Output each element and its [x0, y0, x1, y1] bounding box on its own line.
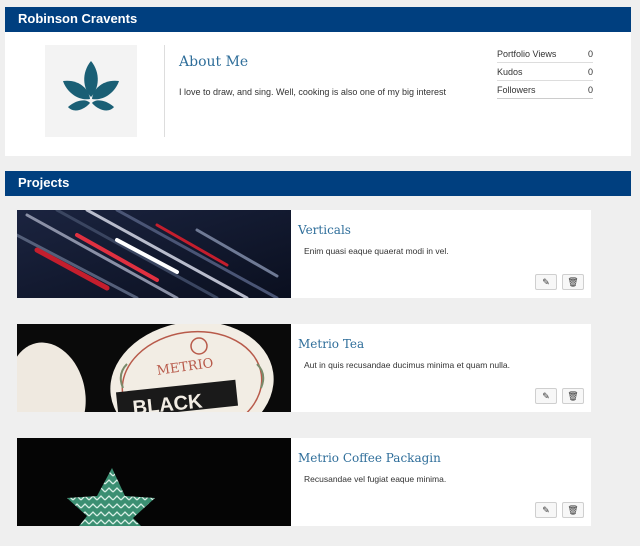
project-thumbnail[interactable]: METRIO BLACK [17, 324, 291, 412]
stats-table: Portfolio Views 0 Kudos 0 Followers 0 [497, 45, 593, 99]
pencil-icon: ✎ [542, 390, 550, 401]
stat-row-followers: Followers 0 [497, 81, 593, 99]
trash-icon: 🗑 [567, 276, 579, 287]
pencil-icon: ✎ [542, 504, 550, 515]
project-description: Recusandae vel fugiat eaque minima. [304, 474, 447, 484]
project-title[interactable]: Metrio Coffee Packagin [298, 451, 441, 465]
leaf-logo-icon [63, 61, 119, 111]
project-title[interactable]: Verticals [298, 223, 351, 237]
edit-button[interactable]: ✎ [535, 274, 557, 290]
stat-value: 0 [587, 85, 593, 95]
project-title[interactable]: Metrio Tea [298, 337, 364, 351]
stat-label: Portfolio Views [497, 49, 557, 59]
profile-header-bar: Robinson Cravents [5, 7, 631, 32]
project-card-metrio-coffee: Metrio Coffee Packagin Recusandae vel fu… [17, 438, 591, 526]
stat-value: 0 [587, 67, 593, 77]
delete-button[interactable]: 🗑 [562, 388, 584, 404]
delete-button[interactable]: 🗑 [562, 274, 584, 290]
profile-panel: About Me I love to draw, and sing. Well,… [5, 32, 631, 156]
stat-label: Kudos [497, 67, 523, 77]
delete-button[interactable]: 🗑 [562, 502, 584, 518]
project-description: Enim quasi eaque quaerat modi in vel. [304, 246, 449, 256]
stat-row-kudos: Kudos 0 [497, 63, 593, 81]
edit-button[interactable]: ✎ [535, 388, 557, 404]
project-description: Aut in quis recusandae ducimus minima et… [304, 360, 510, 370]
edit-button[interactable]: ✎ [535, 502, 557, 518]
projects-title: Projects [18, 175, 70, 190]
stat-row-portfolio-views: Portfolio Views 0 [497, 45, 593, 63]
project-card-verticals: Verticals Enim quasi eaque quaerat modi … [17, 210, 591, 298]
project-card-metrio-tea: METRIO BLACK Metrio Tea Aut in quis recu… [17, 324, 591, 412]
project-thumbnail[interactable] [17, 438, 291, 526]
pencil-icon: ✎ [542, 276, 550, 287]
about-title: About Me [179, 54, 249, 70]
vertical-divider [164, 45, 165, 137]
project-thumbnail[interactable] [17, 210, 291, 298]
trash-icon: 🗑 [567, 390, 579, 401]
stat-value: 0 [587, 49, 593, 59]
projects-header-bar: Projects [5, 171, 631, 196]
avatar [45, 45, 137, 137]
trash-icon: 🗑 [567, 504, 579, 515]
profile-name: Robinson Cravents [18, 11, 138, 26]
about-text: I love to draw, and sing. Well, cooking … [179, 87, 446, 97]
stat-label: Followers [497, 85, 536, 95]
